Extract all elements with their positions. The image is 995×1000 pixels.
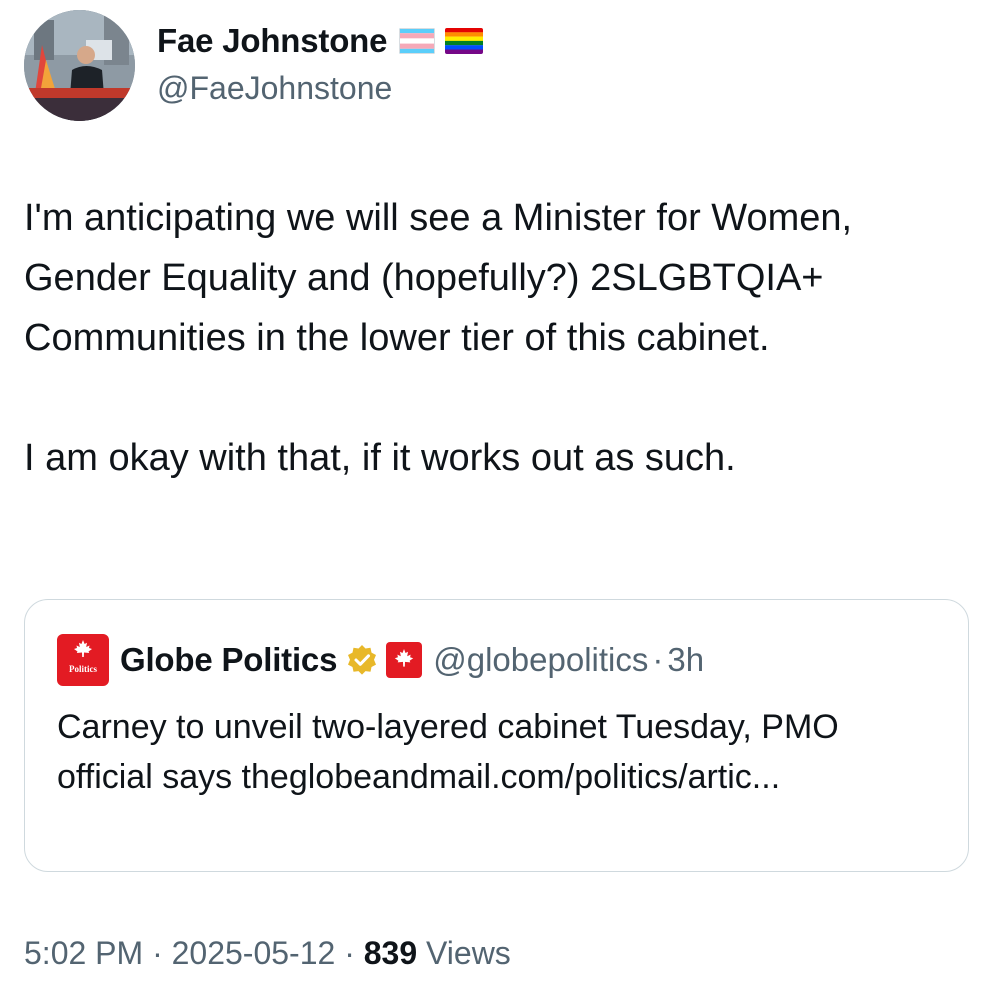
maple-leaf-icon (74, 640, 92, 657)
author-name-row: Fae Johnstone (157, 22, 484, 60)
quoted-handle[interactable]: @globepolitics (433, 641, 648, 679)
author-display-name[interactable]: Fae Johnstone (157, 22, 387, 60)
views-count: 839 (363, 935, 418, 971)
rainbow-flag-icon (445, 28, 484, 54)
author-avatar[interactable] (24, 10, 135, 121)
transgender-flag-icon (399, 28, 436, 54)
views-label: Views (426, 935, 511, 971)
quoted-timestamp[interactable]: 3h (667, 641, 704, 679)
tweet-paragraph: I'm anticipating we will see a Minister … (24, 197, 853, 359)
tweet-date[interactable]: 2025-05-12 (172, 935, 336, 971)
quoted-tweet-text: Carney to unveil two-layered cabinet Tue… (57, 708, 839, 796)
quoted-tweet-header: Politics Globe Politics @globepolitics ·… (57, 634, 704, 686)
quoted-author-avatar[interactable]: Politics (57, 634, 109, 686)
tweet-time[interactable]: 5:02 PM (24, 935, 143, 971)
quoted-tweet-card[interactable]: Politics Globe Politics @globepolitics ·… (24, 599, 969, 872)
quoted-display-name[interactable]: Globe Politics (120, 641, 337, 679)
tweet-meta: 5:02 PM · 2025-05-12 · 839 Views (24, 935, 511, 972)
tweet-paragraph: I am okay with that, if it works out as … (24, 437, 736, 479)
tweet-text: I'm anticipating we will see a Minister … (24, 188, 964, 488)
meta-separator: · (152, 935, 163, 971)
meta-separator: · (344, 935, 355, 971)
author-handle[interactable]: @FaeJohnstone (157, 70, 392, 107)
canada-flag-icon (385, 641, 423, 679)
quoted-separator: · (652, 641, 664, 678)
verified-gold-badge-icon[interactable] (345, 643, 379, 677)
quoted-avatar-label: Politics (69, 664, 97, 674)
